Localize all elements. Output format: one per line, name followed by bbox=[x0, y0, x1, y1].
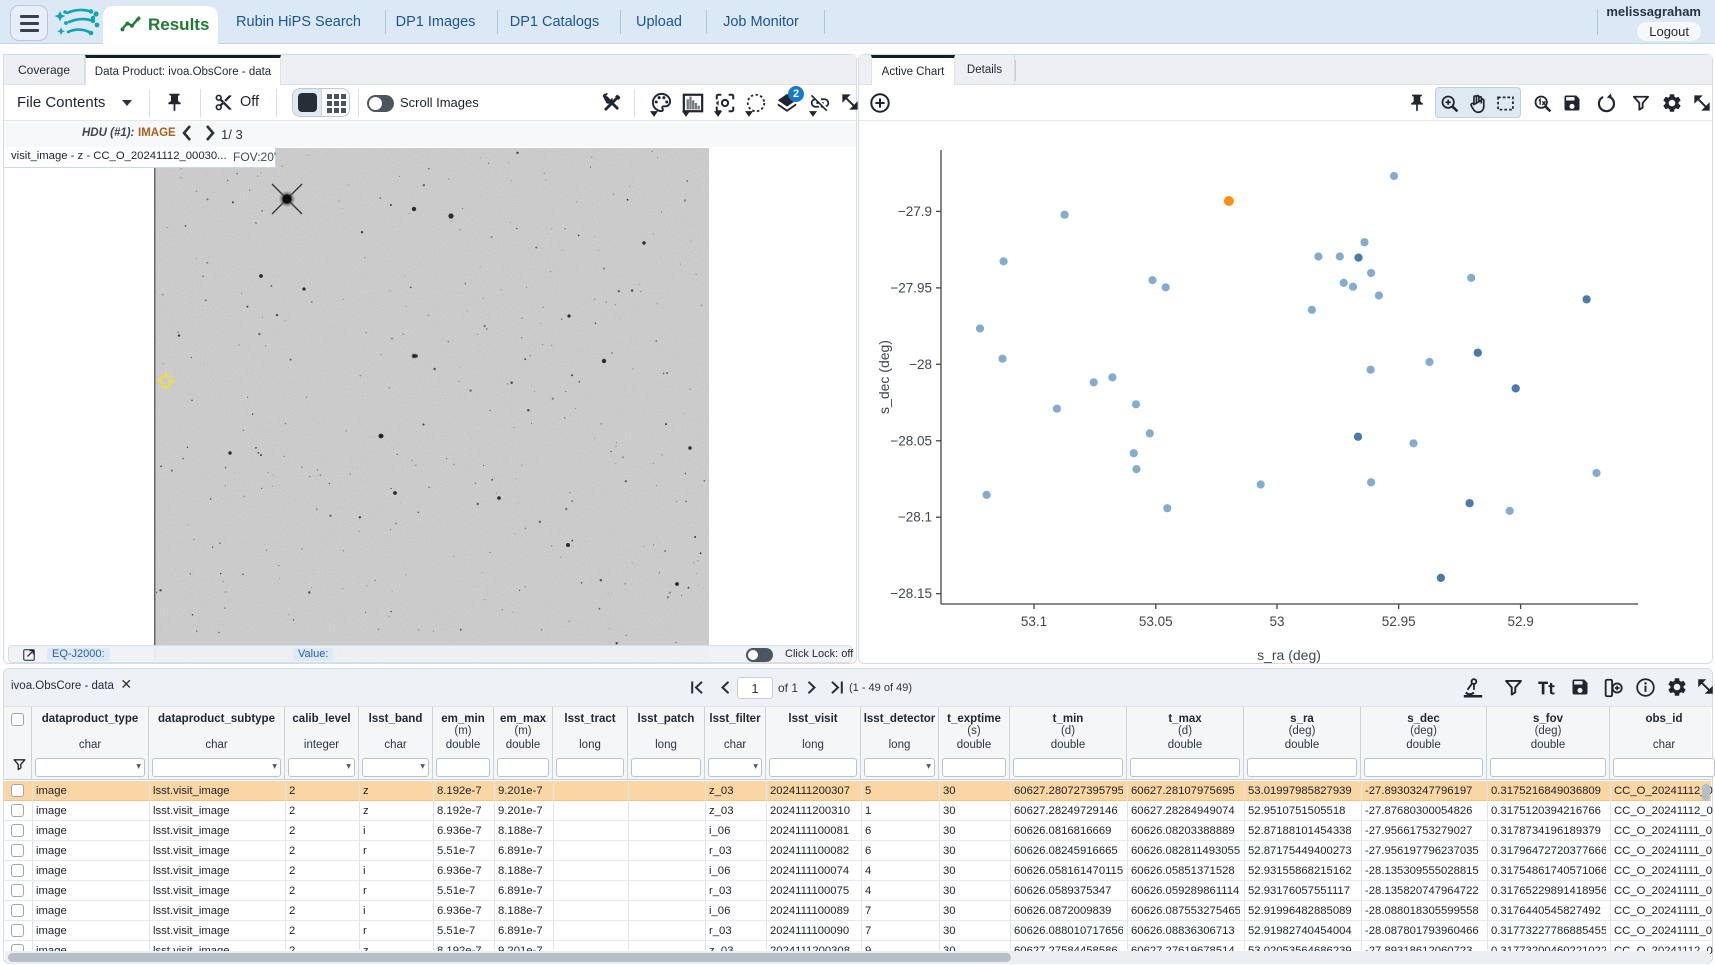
svg-text:53: 53 bbox=[1269, 614, 1284, 629]
svg-text:−28.05: −28.05 bbox=[890, 433, 932, 448]
svg-text:−27.9: −27.9 bbox=[898, 204, 932, 219]
svg-text:53.05: 53.05 bbox=[1139, 614, 1173, 629]
svg-text:s_ra (deg): s_ra (deg) bbox=[1257, 647, 1321, 663]
svg-text:−27.95: −27.95 bbox=[890, 280, 932, 295]
svg-text:53.1: 53.1 bbox=[1021, 614, 1047, 629]
svg-text:52.95: 52.95 bbox=[1382, 614, 1416, 629]
svg-text:−28: −28 bbox=[909, 357, 932, 372]
svg-text:−28.15: −28.15 bbox=[890, 586, 932, 601]
svg-text:s_dec (deg): s_dec (deg) bbox=[876, 340, 892, 414]
svg-text:52.9: 52.9 bbox=[1507, 614, 1533, 629]
svg-text:−28.1: −28.1 bbox=[898, 510, 932, 525]
